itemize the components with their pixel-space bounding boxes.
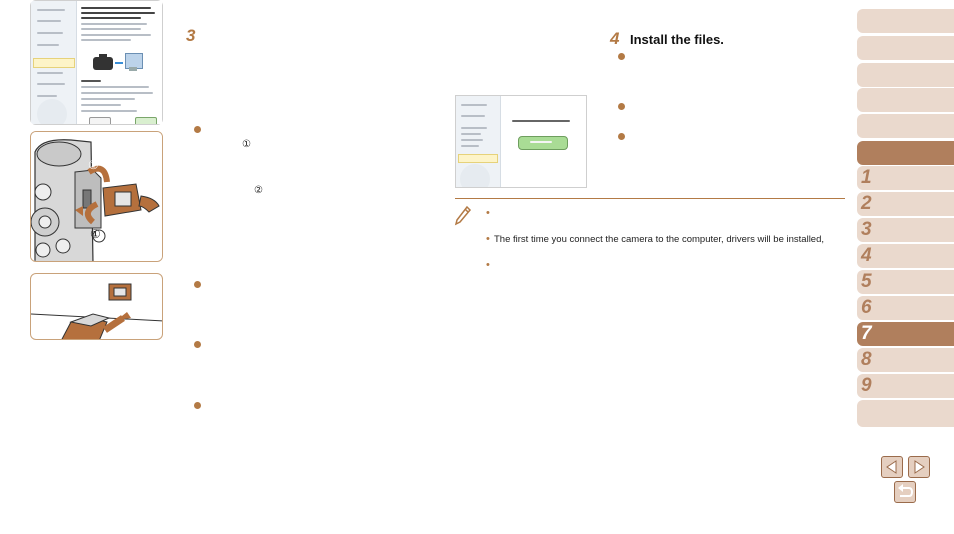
nav-tab-chapter-7[interactable]: 7 [857,322,954,346]
note-text-drivers: The first time you connect the camera to… [494,234,825,245]
nav-tab-cover[interactable] [857,9,954,33]
inline-marker-1: ① [242,139,251,150]
step-4-title: Install the files. [630,32,724,47]
nav-tab-chapter-8[interactable]: 8 [857,348,954,372]
nav-tab-index[interactable] [857,403,954,427]
return-arrow-icon [898,484,914,497]
bullet [194,402,201,409]
step-marker-2: ② [88,158,99,172]
triangle-left-icon [886,460,897,474]
step-4-number: 4 [610,29,620,48]
camera-computer-icon [93,51,145,73]
note-bullet: • [486,233,490,245]
triangle-right-icon [914,460,925,474]
next-page-button[interactable] [908,456,930,478]
previous-page-button[interactable] [881,456,903,478]
step-marker-1: ① [90,227,101,241]
return-button[interactable] [894,481,916,503]
nav-tab-chapter-6[interactable]: 6 [857,296,954,320]
nav-tab-chapter-2[interactable]: 2 [857,192,954,216]
nav-tab-chapter-1[interactable]: 1 [857,166,954,190]
computer-port-photo [30,273,163,340]
bullet [618,53,625,60]
nav-tab-chapter-5[interactable]: 5 [857,270,954,294]
bullet [194,341,201,348]
install-complete-screenshot [455,95,587,188]
pencil-icon [454,205,472,226]
note-bullet: • [486,259,490,271]
camera-port-photo: ① ② [30,131,163,262]
inline-marker-2: ② [254,185,263,196]
nav-tab-chapter-3[interactable]: 3 [857,218,954,242]
step-3-number: 3 [186,26,196,45]
install-dialog-screenshot [30,0,163,125]
nav-tab-active-header[interactable] [857,141,954,165]
nav-tab-part[interactable] [857,114,954,138]
nav-tab-chapter-4[interactable]: 4 [857,244,954,268]
bullet [194,281,201,288]
nav-tab-contents[interactable] [857,63,954,87]
bullet [618,103,625,110]
note-bullet: • [486,207,490,219]
note-divider [455,198,845,199]
nav-tab-chapter-9[interactable]: 9 [857,374,954,398]
bullet [618,133,625,140]
nav-tab-basic[interactable] [857,88,954,112]
bullet [194,126,201,133]
nav-tab-preliminary[interactable] [857,36,954,60]
